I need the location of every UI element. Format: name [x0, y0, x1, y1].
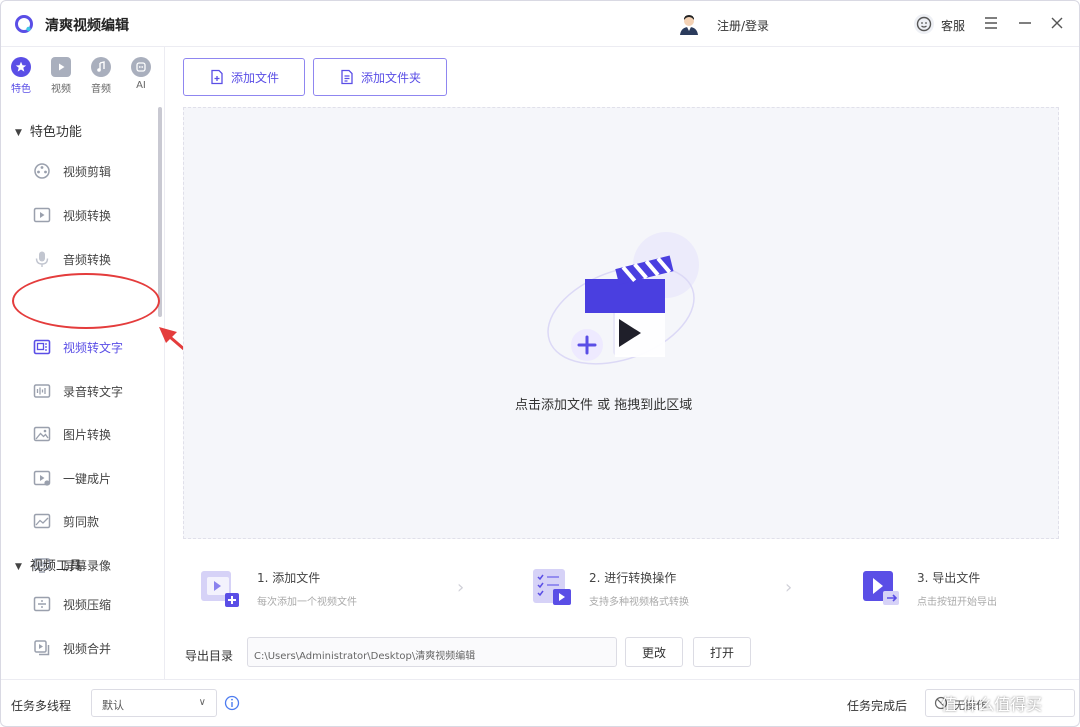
app-logo-icon	[15, 15, 33, 33]
group-featured-label: 特色功能	[29, 125, 82, 140]
sidebar-item-label: 视频剪辑	[63, 165, 112, 179]
bottom-bar: 任务多线程 默认 ∨ 任务完成后 无操作	[1, 679, 1079, 726]
step-convert-desc: 支持多种视频格式转换	[589, 597, 689, 608]
info-icon[interactable]	[224, 695, 240, 711]
sidebar-item-template[interactable]: 剪同款	[31, 509, 151, 533]
sidebar-item-label: 视频转换	[63, 209, 112, 223]
output-dir-label: 导出目录	[185, 649, 234, 663]
tab-ai[interactable]: AI	[127, 57, 155, 99]
video-convert-icon	[33, 207, 51, 223]
watermark: 值 什么值得买	[941, 695, 1043, 714]
sidebar-scrollbar[interactable]	[158, 107, 162, 317]
sidebar-item-one-click-film[interactable]: 一键成片	[31, 466, 151, 490]
caret-down-icon: ▼	[15, 561, 22, 572]
music-icon	[91, 57, 111, 77]
category-tabs: 特色 视频 音频 AI	[1, 47, 165, 103]
sidebar-item-video-to-text[interactable]: 视频转文字	[31, 335, 151, 359]
ai-icon	[131, 57, 151, 77]
step-export-title: 3. 导出文件	[917, 571, 981, 585]
close-icon[interactable]	[1049, 15, 1065, 31]
sidebar-item-audio-to-text[interactable]: 录音转文字	[31, 379, 151, 403]
tab-featured-label: 特色	[11, 84, 31, 95]
video-compress-icon	[33, 596, 51, 612]
open-dir-button[interactable]: 打开	[693, 637, 751, 667]
sidebar-item-label: 视频转文字	[63, 341, 124, 355]
step-export-desc: 点击按钮开始导出	[917, 597, 997, 608]
clapperboard-play-icon[interactable]	[541, 229, 711, 373]
add-folder-label: 添加文件夹	[360, 70, 421, 85]
video-to-text-icon	[33, 339, 51, 355]
step-export-icon	[863, 571, 899, 605]
title-bar: 清爽视频编辑 注册/登录 客服	[1, 1, 1079, 47]
sidebar-item-video-merge[interactable]: 视频合并	[31, 636, 151, 660]
annotation-highlight	[12, 273, 160, 329]
image-convert-icon	[33, 426, 51, 442]
video-icon	[51, 57, 71, 77]
group-featured[interactable]: ▼ 特色功能	[15, 121, 82, 140]
sidebar-item-video-convert[interactable]: 视频转换	[31, 203, 151, 227]
sidebar-item-label: 音频转换	[63, 253, 112, 267]
sidebar-item-label: 图片转换	[63, 428, 112, 442]
menu-icon[interactable]	[983, 15, 999, 31]
video-merge-icon	[34, 640, 50, 656]
step-add-file: 1. 添加文件 每次添加一个视频文件	[199, 563, 399, 611]
step-convert-title: 2. 进行转换操作	[589, 571, 677, 585]
sidebar-item-label: 剪同款	[63, 515, 100, 529]
threads-label: 任务多线程	[11, 699, 72, 713]
customer-service-label[interactable]: 客服	[941, 17, 965, 34]
customer-service-icon[interactable]	[913, 13, 935, 35]
tab-featured[interactable]: 特色	[7, 57, 35, 99]
tab-video[interactable]: 视频	[47, 57, 75, 99]
sidebar-item-label: 录音转文字	[63, 385, 124, 399]
threads-select[interactable]: 默认 ∨	[91, 689, 217, 717]
step-convert: 2. 进行转换操作 支持多种视频格式转换	[531, 563, 751, 611]
video-edit-icon	[34, 163, 50, 179]
tab-ai-label: AI	[136, 80, 146, 91]
group-video-tools-label: 视频工具	[29, 559, 82, 574]
minimize-icon[interactable]	[1017, 15, 1033, 31]
caret-down-icon: ▼	[15, 127, 22, 138]
step-add-file-desc: 每次添加一个视频文件	[257, 597, 357, 608]
step-chevron-icon: ›	[457, 577, 465, 598]
add-file-icon	[211, 69, 223, 85]
one-click-film-icon	[33, 470, 51, 486]
step-export: 3. 导出文件 点击按钮开始导出	[859, 563, 1059, 611]
template-icon	[33, 513, 51, 529]
sidebar: 特色 视频 音频 AI ▼ 特色功能 视频剪辑 视频转换 音频转换 视频转文字 …	[1, 47, 165, 679]
group-video-tools[interactable]: ▼ 视频工具	[15, 555, 82, 574]
sidebar-item-video-compress[interactable]: 视频压缩	[31, 592, 151, 616]
user-avatar-icon[interactable]	[677, 12, 701, 36]
step-add-file-title: 1. 添加文件	[257, 571, 321, 585]
chevron-down-icon: ∨	[198, 697, 206, 708]
change-dir-button[interactable]: 更改	[625, 637, 683, 667]
output-dir-input[interactable]: C:\Users\Administrator\Desktop\清爽视频编辑	[247, 637, 617, 667]
app-window: 清爽视频编辑 注册/登录 客服 特色 视频 音频 AI ▼ 特色功能 视频剪辑 …	[0, 0, 1080, 727]
star-icon	[11, 57, 31, 77]
sidebar-item-audio-convert[interactable]: 音频转换	[31, 247, 151, 271]
step-chevron-icon: ›	[785, 577, 793, 598]
tab-video-label: 视频	[51, 84, 71, 95]
app-title: 清爽视频编辑	[45, 18, 129, 34]
add-folder-button[interactable]: 添加文件夹	[313, 58, 447, 96]
drop-zone-hint: 点击添加文件 或 拖拽到此区域	[515, 398, 693, 413]
sidebar-item-label: 视频合并	[63, 642, 112, 656]
audio-to-text-icon	[33, 384, 51, 398]
tab-audio[interactable]: 音频	[87, 57, 115, 99]
add-file-button[interactable]: 添加文件	[183, 58, 305, 96]
step-convert-icon	[533, 569, 571, 605]
sidebar-item-video-edit[interactable]: 视频剪辑	[31, 159, 151, 183]
tab-audio-label: 音频	[91, 84, 111, 95]
step-add-file-icon	[201, 571, 239, 607]
add-folder-icon	[341, 69, 353, 85]
sidebar-item-label: 一键成片	[63, 472, 112, 486]
add-file-label: 添加文件	[230, 70, 279, 85]
login-link[interactable]: 注册/登录	[717, 17, 769, 34]
microphone-icon	[35, 251, 49, 267]
threads-value: 默认	[102, 699, 124, 712]
after-task-label: 任务完成后	[847, 699, 908, 713]
sidebar-item-image-convert[interactable]: 图片转换	[31, 422, 151, 446]
sidebar-item-label: 视频压缩	[63, 598, 112, 612]
